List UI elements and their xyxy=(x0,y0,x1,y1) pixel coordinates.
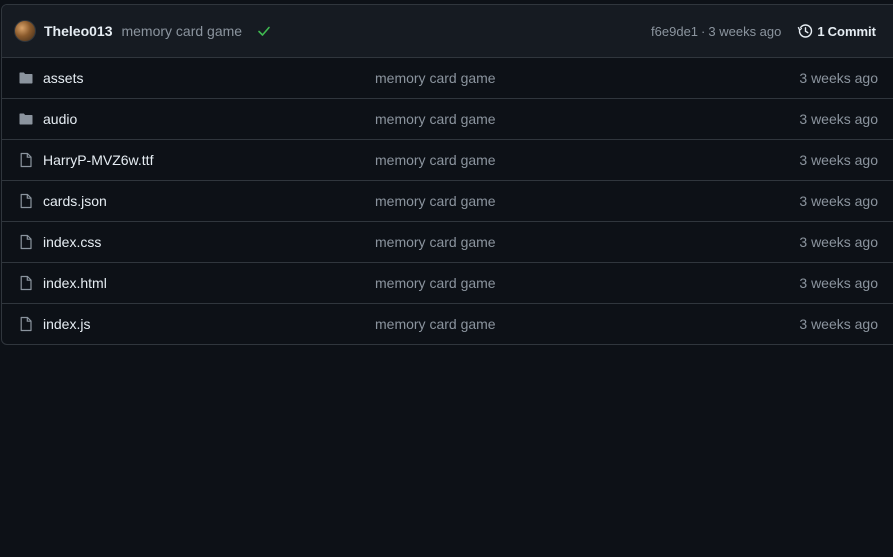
commit-sha-link[interactable]: f6e9de1 xyxy=(651,24,698,39)
latest-commit-bar: Theleo013 memory card game f6e9de1 · 3 w… xyxy=(2,5,893,58)
file-row[interactable]: index.html memory card game 3 weeks ago xyxy=(2,263,893,304)
file-name-link[interactable]: index.html xyxy=(43,275,107,291)
file-icon xyxy=(20,234,32,250)
history-icon xyxy=(797,24,813,38)
commits-link[interactable]: 1 Commit xyxy=(797,23,876,39)
file-age: 3 weeks ago xyxy=(799,111,878,127)
file-name-link[interactable]: HarryP-MVZ6w.ttf xyxy=(43,152,153,168)
meta-separator: · xyxy=(701,23,706,39)
file-icon xyxy=(20,275,32,291)
file-row[interactable]: index.js memory card game 3 weeks ago xyxy=(2,304,893,344)
file-icon xyxy=(20,316,32,332)
commit-author-link[interactable]: Theleo013 xyxy=(44,23,112,39)
file-commit-message-link[interactable]: memory card game xyxy=(375,152,496,168)
file-age: 3 weeks ago xyxy=(799,234,878,250)
file-name-link[interactable]: assets xyxy=(43,70,83,86)
file-row[interactable]: audio memory card game 3 weeks ago xyxy=(2,99,893,140)
file-commit-message-link[interactable]: memory card game xyxy=(375,234,496,250)
file-row[interactable]: HarryP-MVZ6w.ttf memory card game 3 week… xyxy=(2,140,893,181)
file-commit-message-link[interactable]: memory card game xyxy=(375,70,496,86)
file-commit-message-link[interactable]: memory card game xyxy=(375,111,496,127)
avatar[interactable] xyxy=(14,20,36,42)
commit-age: 3 weeks ago xyxy=(708,23,782,39)
file-row[interactable]: index.css memory card game 3 weeks ago xyxy=(2,222,893,263)
commit-label: Commit xyxy=(827,23,876,39)
file-name-link[interactable]: audio xyxy=(43,111,77,127)
file-age: 3 weeks ago xyxy=(799,316,878,332)
commit-count: 1 xyxy=(817,23,825,39)
folder-icon xyxy=(19,72,33,84)
file-icon xyxy=(20,152,32,168)
check-icon[interactable] xyxy=(256,23,272,39)
file-icon xyxy=(20,193,32,209)
file-row[interactable]: cards.json memory card game 3 weeks ago xyxy=(2,181,893,222)
file-name-link[interactable]: index.css xyxy=(43,234,101,250)
file-list: assets memory card game 3 weeks ago audi… xyxy=(2,58,893,344)
commit-message-link[interactable]: memory card game xyxy=(121,23,242,39)
file-age: 3 weeks ago xyxy=(799,275,878,291)
file-row[interactable]: assets memory card game 3 weeks ago xyxy=(2,58,893,99)
file-commit-message-link[interactable]: memory card game xyxy=(375,275,496,291)
file-age: 3 weeks ago xyxy=(799,193,878,209)
file-commit-message-link[interactable]: memory card game xyxy=(375,316,496,332)
file-name-link[interactable]: cards.json xyxy=(43,193,107,209)
file-name-link[interactable]: index.js xyxy=(43,316,90,332)
folder-icon xyxy=(19,113,33,125)
file-age: 3 weeks ago xyxy=(799,70,878,86)
commit-meta: f6e9de1 · 3 weeks ago 1 Commit xyxy=(651,23,876,39)
file-commit-message-link[interactable]: memory card game xyxy=(375,193,496,209)
file-browser: Theleo013 memory card game f6e9de1 · 3 w… xyxy=(1,4,893,345)
file-age: 3 weeks ago xyxy=(799,152,878,168)
